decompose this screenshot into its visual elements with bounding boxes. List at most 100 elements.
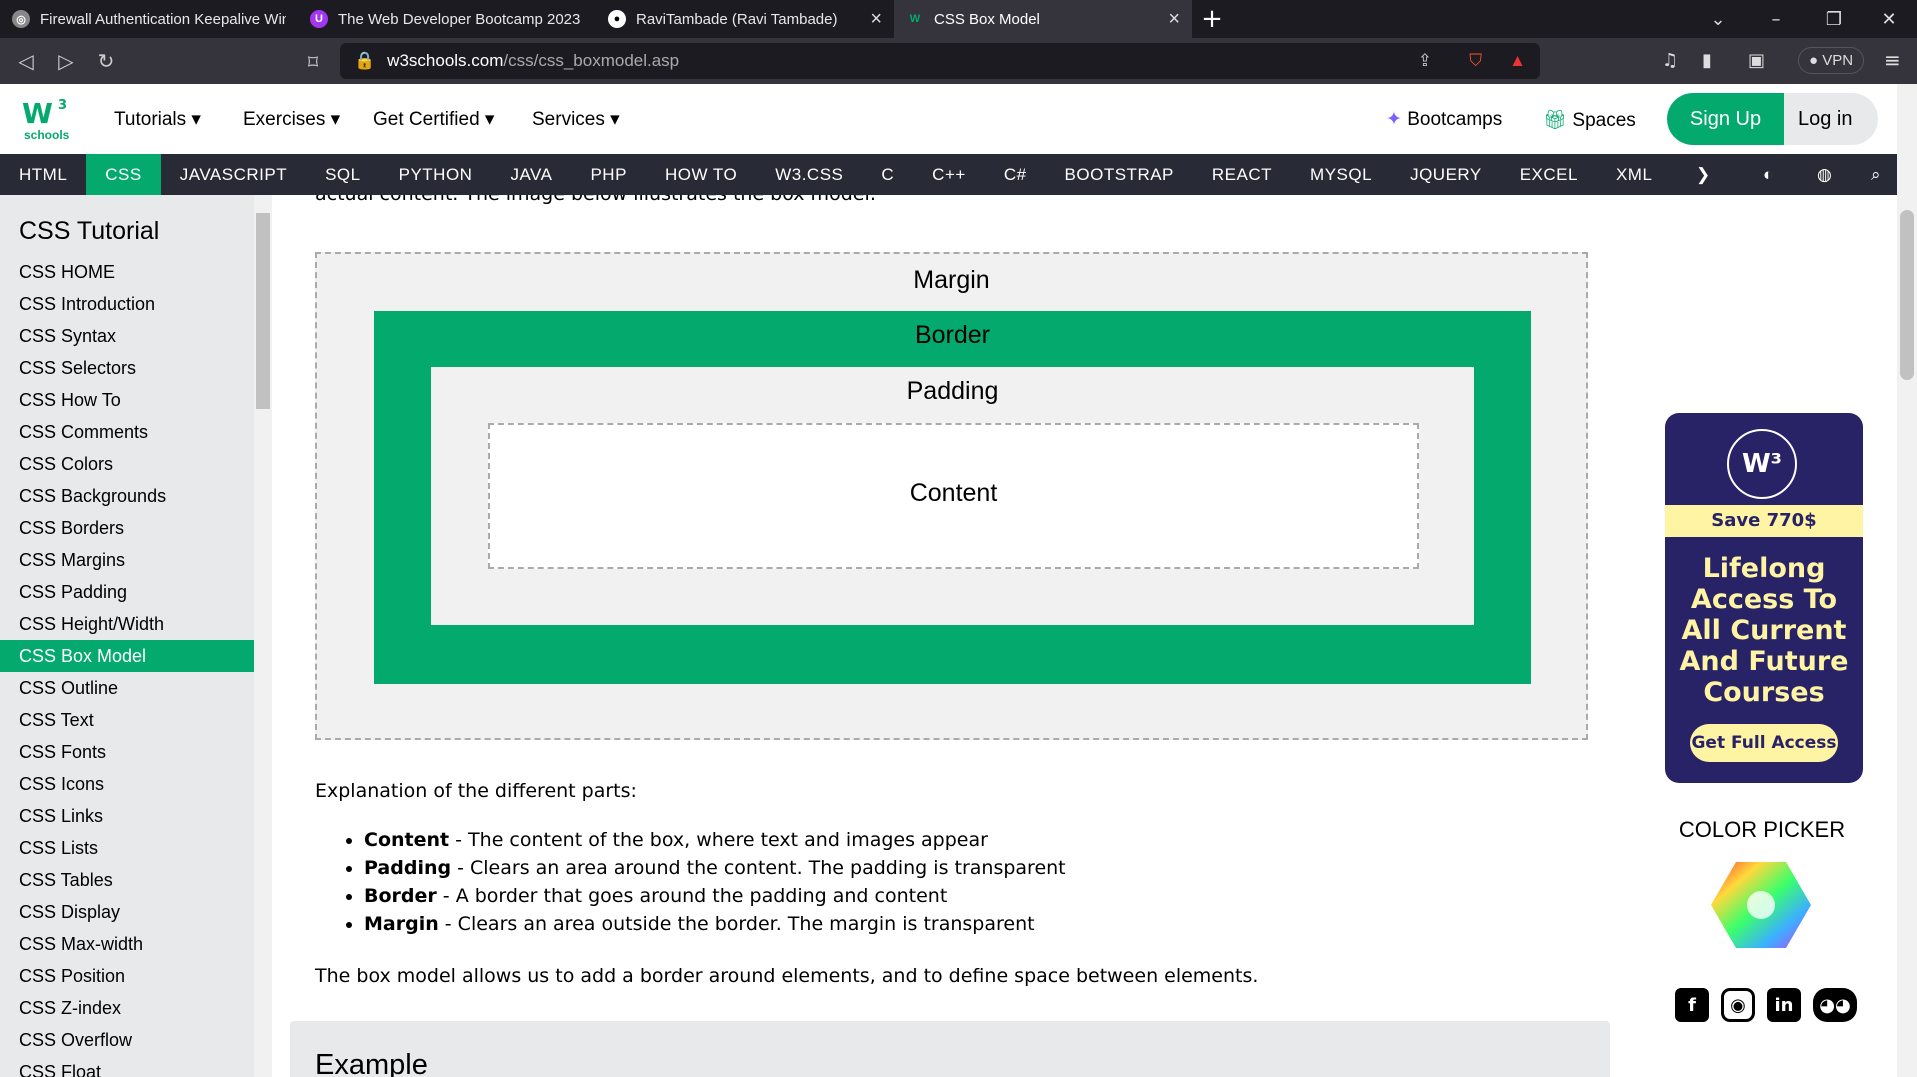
sidebar-item-css-overflow[interactable]: CSS Overflow — [0, 1024, 254, 1056]
sidebar-item-css-height-width[interactable]: CSS Height/Width — [0, 608, 254, 640]
new-tab-button[interactable]: + — [1192, 4, 1232, 34]
nav-howto[interactable]: HOW TO — [646, 154, 756, 195]
w3schools-logo[interactable]: W 3 schools — [18, 93, 74, 145]
sidebar-toggle-icon[interactable]: ▮ — [1702, 50, 1712, 71]
spaces-link[interactable]: 🎁︎ Spaces — [1543, 108, 1636, 132]
sidebar-item-css-borders[interactable]: CSS Borders — [0, 512, 254, 544]
advertisement[interactable]: W³ Save 770$ Lifelong Access To All Curr… — [1665, 413, 1863, 783]
sidebar-item-css-links[interactable]: CSS Links — [0, 800, 254, 832]
list-item: Padding - Clears an area around the cont… — [364, 854, 1066, 882]
share-icon[interactable]: ⇪ — [1418, 51, 1432, 71]
sidebar-item-css-colors[interactable]: CSS Colors — [0, 448, 254, 480]
menu-icon[interactable]: ≡ — [1884, 48, 1901, 72]
page-scrollbar-thumb[interactable] — [1900, 210, 1914, 380]
nav-sql[interactable]: SQL — [306, 154, 380, 195]
sidebar-item-css-how-to[interactable]: CSS How To — [0, 384, 254, 416]
nav-html[interactable]: HTML — [0, 154, 86, 195]
close-tab-icon[interactable]: × — [1168, 8, 1180, 31]
sidebar-item-css-home[interactable]: CSS HOME — [0, 256, 254, 288]
nav-python[interactable]: PYTHON — [380, 154, 492, 195]
lock-icon: 🔒 — [354, 51, 376, 70]
sidebar-item-css-introduction[interactable]: CSS Introduction — [0, 288, 254, 320]
nav-c[interactable]: C — [862, 154, 913, 195]
sidebar-item-css-text[interactable]: CSS Text — [0, 704, 254, 736]
nav-next-icon[interactable]: ❯ — [1696, 154, 1711, 195]
nav-xml[interactable]: XML — [1597, 154, 1671, 195]
facebook-icon[interactable]: f — [1675, 988, 1709, 1022]
menu-label: Exercises — [243, 109, 326, 130]
discord-icon[interactable]: ◕◕ — [1813, 988, 1857, 1022]
menu-get-certified[interactable]: Get Certified ▾ — [373, 108, 494, 131]
sidebar-item-css-icons[interactable]: CSS Icons — [0, 768, 254, 800]
sidebar-item-css-outline[interactable]: CSS Outline — [0, 672, 254, 704]
close-window-button[interactable]: ✕ — [1860, 0, 1917, 38]
sidebar-item-css-display[interactable]: CSS Display — [0, 896, 254, 928]
sidebar-item-css-max-width[interactable]: CSS Max-width — [0, 928, 254, 960]
menu-services[interactable]: Services ▾ — [532, 108, 620, 131]
color-picker-icon[interactable] — [1711, 860, 1811, 954]
nav-java[interactable]: JAVA — [491, 154, 571, 195]
sidebar-item-css-tables[interactable]: CSS Tables — [0, 864, 254, 896]
sidebar-item-css-position[interactable]: CSS Position — [0, 960, 254, 992]
tab-list-chevron-icon[interactable]: ⌄ — [1689, 0, 1747, 38]
nav-cpp[interactable]: C++ — [913, 154, 985, 195]
music-icon[interactable]: ♫ — [1662, 50, 1678, 71]
vpn-label: VPN — [1822, 52, 1854, 69]
instagram-icon[interactable]: ◉ — [1721, 988, 1755, 1022]
sidebar-item-css-syntax[interactable]: CSS Syntax — [0, 320, 254, 352]
ad-line: Access To — [1690, 584, 1838, 615]
brave-shield-icon[interactable]: ⛉ — [1469, 51, 1482, 71]
log-in-button[interactable]: Log in — [1784, 93, 1878, 145]
sidebar-item-css-lists[interactable]: CSS Lists — [0, 832, 254, 864]
nav-javascript[interactable]: JAVASCRIPT — [161, 154, 306, 195]
browser-toolbar: ◁ ▷ ↻ ⌑ 🔒 w3schools.com/css/css_boxmodel… — [0, 38, 1917, 84]
menu-exercises[interactable]: Exercises ▾ — [243, 108, 340, 131]
restore-button[interactable]: ❐ — [1805, 0, 1863, 38]
linkedin-icon[interactable]: in — [1767, 988, 1801, 1022]
brave-rewards-icon[interactable]: ▲ — [1509, 51, 1526, 71]
sidebar-item-css-margins[interactable]: CSS Margins — [0, 544, 254, 576]
menu-tutorials[interactable]: Tutorials ▾ — [114, 108, 201, 131]
sidebar-item-css-backgrounds[interactable]: CSS Backgrounds — [0, 480, 254, 512]
bookmark-icon[interactable]: ⌑ — [293, 50, 333, 74]
nav-bootstrap[interactable]: BOOTSTRAP — [1046, 154, 1193, 195]
browser-tab[interactable]: ● RaviTambade (Ravi Tambade) × — [596, 0, 894, 38]
reload-icon[interactable]: ↻ — [86, 49, 126, 73]
url-bar[interactable]: 🔒 w3schools.com/css/css_boxmodel.asp ⇪ ⛉… — [340, 43, 1540, 79]
close-tab-icon[interactable]: × — [870, 8, 882, 31]
sidebar-item-css-selectors[interactable]: CSS Selectors — [0, 352, 254, 384]
sidebar-scrollbar-thumb[interactable] — [256, 213, 270, 409]
sidebar-item-css-z-index[interactable]: CSS Z-index — [0, 992, 254, 1024]
search-icon[interactable]: ⌕ — [1852, 154, 1900, 195]
bootcamps-link[interactable]: ✦ Bootcamps — [1386, 108, 1502, 131]
forward-icon[interactable]: ▷ — [46, 49, 86, 73]
sign-up-button[interactable]: Sign Up — [1667, 93, 1784, 145]
get-full-access-button[interactable]: Get Full Access — [1690, 724, 1838, 762]
back-icon[interactable]: ◁ — [6, 49, 46, 73]
menu-label: Services — [532, 109, 605, 130]
contrast-icon[interactable]: ◐ — [1744, 154, 1793, 195]
nav-w3css[interactable]: W3.CSS — [756, 154, 862, 195]
nav-csharp[interactable]: C# — [985, 154, 1046, 195]
sidebar-item-css-padding[interactable]: CSS Padding — [0, 576, 254, 608]
part-term: Padding — [364, 857, 452, 879]
nav-react[interactable]: REACT — [1193, 154, 1291, 195]
sidebar-item-css-comments[interactable]: CSS Comments — [0, 416, 254, 448]
minimize-button[interactable]: – — [1747, 0, 1805, 38]
nav-php[interactable]: PHP — [571, 154, 645, 195]
browser-tab[interactable]: U The Web Developer Bootcamp 2023 | U — [298, 0, 596, 38]
globe-icon[interactable]: ◍ — [1798, 154, 1851, 195]
nav-excel[interactable]: EXCEL — [1501, 154, 1597, 195]
part-term: Margin — [364, 913, 439, 935]
vpn-button[interactable]: ● VPN — [1798, 47, 1865, 74]
nav-css[interactable]: CSS — [86, 154, 161, 195]
nav-jquery[interactable]: JQUERY — [1391, 154, 1501, 195]
wallet-icon[interactable]: ▣ — [1748, 50, 1765, 71]
nav-mysql[interactable]: MYSQL — [1291, 154, 1391, 195]
intro-text: actual content. The image below illustra… — [315, 195, 876, 205]
sidebar-item-css-float[interactable]: CSS Float — [0, 1056, 254, 1077]
sidebar-item-css-box-model[interactable]: CSS Box Model — [0, 640, 254, 672]
sidebar-item-css-fonts[interactable]: CSS Fonts — [0, 736, 254, 768]
browser-tab[interactable]: ◎ Firewall Authentication Keepalive Wind — [0, 0, 298, 38]
browser-tab-active[interactable]: W CSS Box Model × — [894, 0, 1192, 38]
